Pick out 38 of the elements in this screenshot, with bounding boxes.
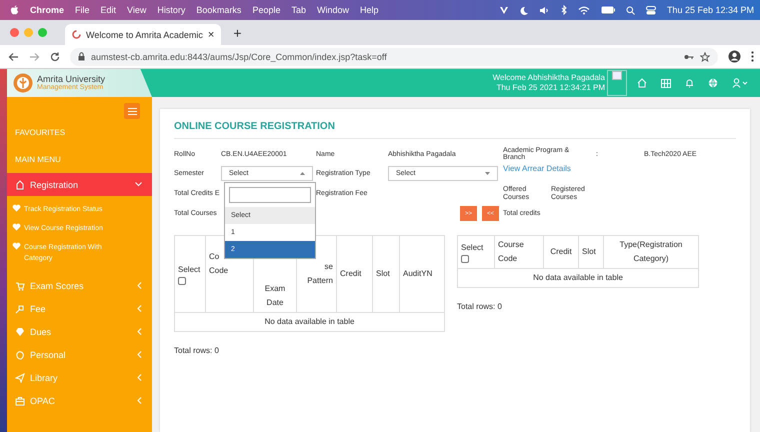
column-header: Type(Registration Category)	[604, 236, 698, 269]
app-menu[interactable]: Chrome	[30, 5, 64, 15]
menu-item[interactable]: Bookmarks	[196, 5, 242, 15]
empty-table-message: No data available in table	[458, 268, 698, 288]
address-bar[interactable]: aumstest-cb.amrita.edu:8443/aums/Jsp/Core_Common/index.jsp?task=off	[70, 48, 718, 66]
date-time-text: Thu Feb 25 2021 12:34:21 PM	[496, 83, 605, 93]
total-rows-text: Total rows: 0	[457, 302, 503, 312]
browser-tab[interactable]: Welcome to Amrita Academic ×	[65, 24, 222, 45]
total-rows-text: Total rows: 0	[174, 346, 220, 356]
sidebar-section-title: FAVOURITES	[14, 127, 66, 139]
menu-item[interactable]: People	[252, 5, 280, 15]
column-header: AuditYN	[400, 236, 444, 313]
column-header: Course Code	[494, 236, 544, 269]
url-text: aumstest-cb.amrita.edu:8443/aums/Jsp/Core_Common/index.jsp?task=off	[91, 52, 388, 62]
menu-item[interactable]: Window	[316, 5, 349, 15]
column-header: Slot	[578, 236, 604, 269]
close-tab-button[interactable]: ×	[208, 28, 214, 40]
new-tab-button[interactable]: +	[233, 24, 242, 40]
menu-item[interactable]: Help	[360, 5, 379, 15]
menu-item[interactable]: View	[127, 5, 146, 15]
column-header: Slot	[372, 236, 400, 313]
welcome-text: Welcome Abhishiktha Pagadala	[492, 73, 605, 83]
tab-title: Welcome to Amrita Academic	[86, 30, 203, 40]
menu-item[interactable]: History	[157, 5, 186, 15]
column-header: Credit	[336, 236, 372, 313]
view-arrear-details-link[interactable]: View Arrear Details	[503, 164, 736, 173]
logo-title: Amrita University	[37, 75, 106, 84]
column-header: Select	[174, 236, 206, 313]
sidebar-section-title: MAIN MENU	[14, 154, 62, 166]
menu-item[interactable]: Edit	[100, 5, 116, 15]
empty-table-message: No data available in table	[174, 312, 444, 332]
column-header: Credit	[544, 236, 578, 269]
menu-item[interactable]: Tab	[291, 5, 306, 15]
clock-text: Thu 25 Feb 12:34 PM	[666, 5, 754, 15]
column-header: Select	[458, 236, 494, 269]
menu-item[interactable]: File	[75, 5, 90, 15]
sidebar-item[interactable]: Registration	[7, 173, 152, 196]
page-title: ONLINE COURSE REGISTRATION	[174, 121, 736, 139]
